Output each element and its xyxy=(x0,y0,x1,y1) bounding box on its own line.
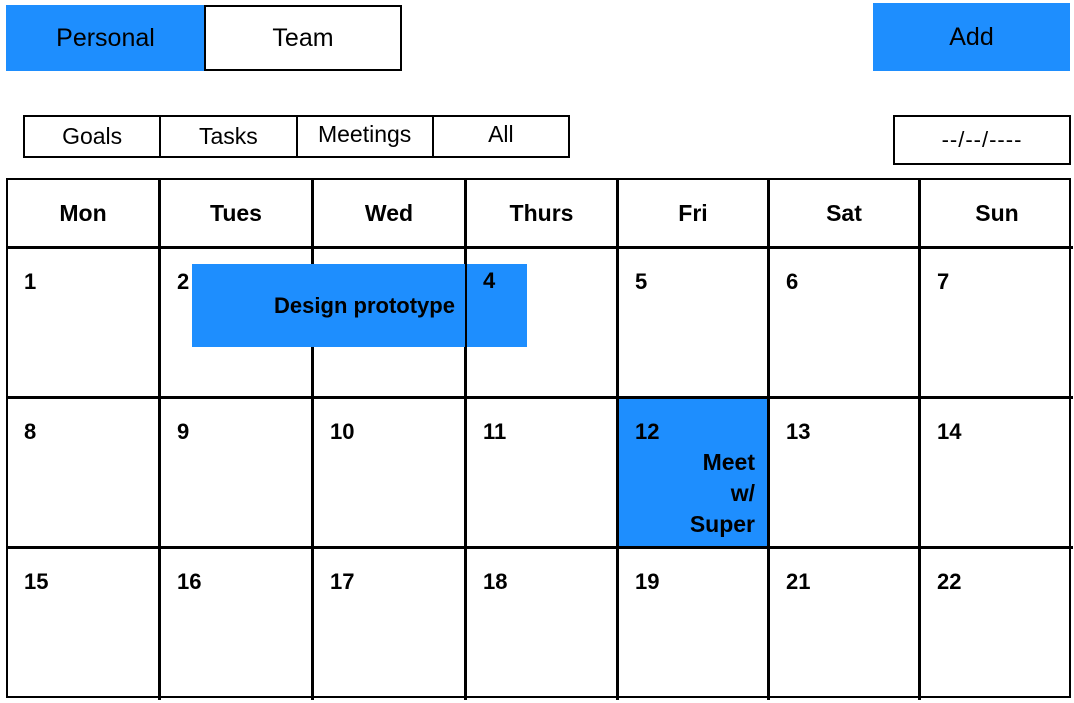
day-cell[interactable]: 5 xyxy=(619,249,770,399)
weekday-header: Wed xyxy=(314,180,467,249)
filter-goals[interactable]: Goals xyxy=(25,117,162,156)
day-number: 7 xyxy=(937,269,950,294)
day-cell[interactable]: 18 xyxy=(467,549,619,700)
day-number: 2 xyxy=(177,269,190,294)
weekday-header: Sun xyxy=(921,180,1073,249)
day-number: 18 xyxy=(483,569,508,594)
weekday-header: Fri xyxy=(619,180,770,249)
date-input[interactable]: --/--/---- xyxy=(893,115,1071,165)
weekday-header: Mon xyxy=(8,180,161,249)
day-number: 21 xyxy=(786,569,811,594)
day-number: 8 xyxy=(24,419,37,444)
day-cell[interactable]: 22 xyxy=(921,549,1073,700)
day-cell[interactable]: 8 xyxy=(8,399,161,549)
day-cell[interactable]: 17 xyxy=(314,549,467,700)
meeting-event-line: Super xyxy=(689,511,755,537)
meeting-event[interactable]: Meet w/ Super xyxy=(635,447,755,540)
meeting-event-line: w/ xyxy=(730,480,755,506)
meeting-event-line: Meet xyxy=(702,449,755,475)
day-number: 17 xyxy=(330,569,355,594)
day-number: 13 xyxy=(786,419,811,444)
team-tab[interactable]: Team xyxy=(204,5,402,71)
personal-tab[interactable]: Personal xyxy=(6,5,205,71)
day-cell[interactable]: 6 xyxy=(770,249,921,399)
day-number: 10 xyxy=(330,419,355,444)
weekday-header: Thurs xyxy=(467,180,619,249)
weekday-header: Tues xyxy=(161,180,314,249)
weekday-header: Sat xyxy=(770,180,921,249)
filter-tasks[interactable]: Tasks xyxy=(161,117,298,156)
add-button[interactable]: Add xyxy=(873,3,1070,71)
day-cell[interactable]: 11 xyxy=(467,399,619,549)
day-cell-meeting[interactable]: 12 Meet w/ Super xyxy=(619,399,770,549)
day-cell[interactable]: 15 xyxy=(8,549,161,700)
day-cell[interactable]: 10 xyxy=(314,399,467,549)
day-number: 19 xyxy=(635,569,660,594)
day-number: 9 xyxy=(177,419,190,444)
day-number: 6 xyxy=(786,269,799,294)
day-number: 22 xyxy=(937,569,962,594)
event-bar-divider xyxy=(465,264,467,347)
day-cell[interactable]: 9 xyxy=(161,399,314,549)
day-number: 11 xyxy=(483,419,507,444)
day-cell[interactable]: 21 xyxy=(770,549,921,700)
day-number: 14 xyxy=(937,419,962,444)
day-cell[interactable]: 7 xyxy=(921,249,1073,399)
filter-all[interactable]: All xyxy=(434,117,568,156)
day-number: 15 xyxy=(24,569,49,594)
day-number: 4 xyxy=(483,268,496,293)
filter-meetings[interactable]: Meetings xyxy=(298,117,434,156)
filter-tabs: Goals Tasks Meetings All xyxy=(23,115,570,158)
calendar-grid: Mon Tues Wed Thurs Fri Sat Sun 1 2 5 6 7… xyxy=(6,178,1073,700)
day-number: 16 xyxy=(177,569,202,594)
day-cell[interactable]: 16 xyxy=(161,549,314,700)
day-cell[interactable]: 14 xyxy=(921,399,1073,549)
day-number: 5 xyxy=(635,269,648,294)
day-cell[interactable]: 13 xyxy=(770,399,921,549)
design-prototype-event[interactable]: Design prototype xyxy=(192,264,527,347)
day-number: 1 xyxy=(24,269,37,294)
day-number: 12 xyxy=(635,419,660,444)
day-cell[interactable]: 1 xyxy=(8,249,161,399)
day-cell[interactable]: 19 xyxy=(619,549,770,700)
